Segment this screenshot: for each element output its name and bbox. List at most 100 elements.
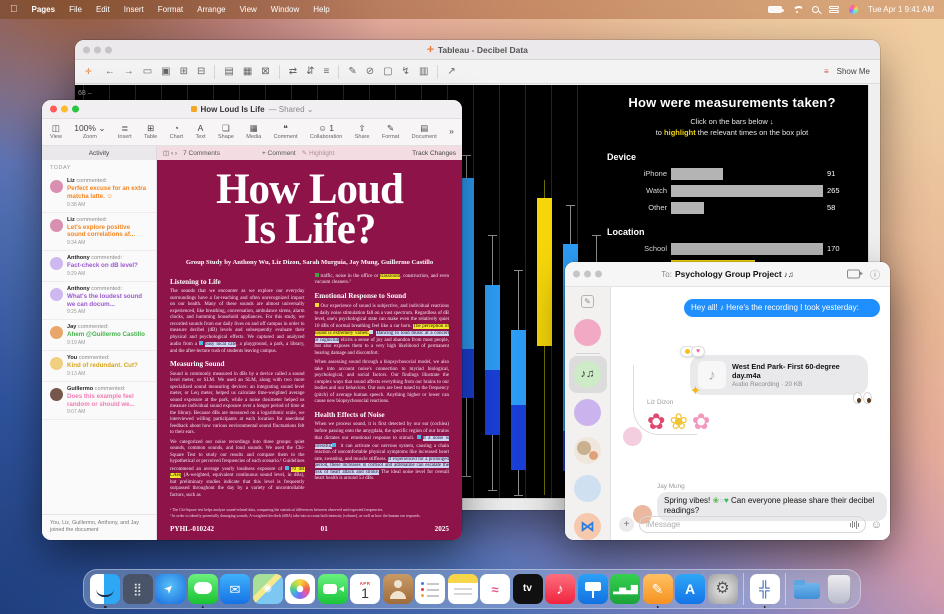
audio-attachment-card[interactable]: ♥ ♪ ✦ West End Park- First 60-degree day… bbox=[690, 355, 868, 395]
toolbar-comment[interactable]: ❝Comment bbox=[274, 124, 298, 140]
dock-finder[interactable] bbox=[90, 574, 120, 604]
highlighted-box[interactable] bbox=[537, 198, 552, 346]
conversation-avatar-group[interactable] bbox=[574, 437, 601, 464]
bar-row-watch[interactable]: Watch265 bbox=[605, 185, 859, 197]
track-changes-button[interactable]: Track Changes bbox=[412, 150, 456, 157]
comment-anchor[interactable] bbox=[417, 435, 421, 439]
search-icon[interactable] bbox=[812, 6, 819, 13]
conversation-avatar[interactable] bbox=[574, 319, 601, 346]
toolbar-chart[interactable]: ◔Chart bbox=[170, 124, 183, 140]
dock-facetime[interactable] bbox=[318, 574, 348, 604]
toolbar-icon[interactable]: ≡ bbox=[323, 66, 329, 77]
toolbar-icon[interactable]: ↗ bbox=[447, 66, 455, 77]
info-icon[interactable]: ⓘ bbox=[870, 267, 880, 282]
battery-icon[interactable] bbox=[768, 6, 782, 13]
box-upper[interactable] bbox=[485, 285, 500, 370]
apple-menu-icon[interactable]:  bbox=[10, 4, 18, 15]
toolbar-share[interactable]: ⇧Share bbox=[355, 124, 370, 140]
comment-item[interactable]: Anthony commented:What's the loudest sou… bbox=[42, 282, 156, 321]
bar-row-other[interactable]: Other58 bbox=[605, 202, 859, 214]
dock-mail[interactable]: ✉ bbox=[220, 574, 250, 604]
comment-anchor[interactable] bbox=[199, 341, 203, 345]
bar[interactable] bbox=[671, 243, 823, 255]
comment-anchor[interactable] bbox=[332, 443, 336, 447]
toolbar-icon[interactable]: ↯ bbox=[402, 66, 410, 77]
dock-music[interactable]: ♪ bbox=[545, 574, 575, 604]
menu-item-insert[interactable]: Insert bbox=[124, 5, 144, 14]
menu-item-window[interactable]: Window bbox=[271, 5, 299, 14]
dock-tv[interactable]: tv bbox=[513, 574, 543, 604]
toolbar-icon[interactable]: ▦ bbox=[243, 66, 252, 77]
toolbar-icon[interactable]: ← bbox=[105, 66, 115, 77]
compose-icon[interactable]: ✎ bbox=[581, 295, 594, 308]
siri-icon[interactable] bbox=[849, 5, 858, 14]
facetime-video-icon[interactable] bbox=[847, 270, 860, 279]
bar[interactable] bbox=[671, 202, 704, 214]
menu-item-file[interactable]: File bbox=[69, 5, 82, 14]
conversation-avatar[interactable] bbox=[574, 399, 601, 426]
add-attachment-button[interactable]: + bbox=[619, 517, 634, 532]
window-controls[interactable] bbox=[573, 271, 602, 278]
box-lower[interactable] bbox=[511, 405, 526, 470]
dock-freeform[interactable]: ≈ bbox=[480, 574, 510, 604]
comment-anchor[interactable] bbox=[315, 303, 319, 307]
boxplot-column[interactable] bbox=[485, 85, 500, 498]
audio-message-icon[interactable] bbox=[850, 521, 859, 529]
dock-downloads[interactable] bbox=[792, 574, 822, 604]
message-input[interactable]: iMessage bbox=[639, 516, 866, 533]
dock-messages[interactable] bbox=[188, 574, 218, 604]
outgoing-message-bubble[interactable]: Hey all! ♪ Here's the recording I took y… bbox=[684, 299, 880, 317]
bar-track[interactable] bbox=[671, 168, 823, 180]
tapback-reactions[interactable]: ♥ bbox=[680, 346, 701, 357]
dock-pages[interactable]: ✎ bbox=[643, 574, 673, 604]
toolbar-text[interactable]: AText bbox=[195, 124, 205, 140]
box-upper[interactable] bbox=[511, 330, 526, 405]
menu-item-edit[interactable]: Edit bbox=[96, 5, 110, 14]
dock-contacts[interactable] bbox=[383, 574, 413, 604]
conversation-selected[interactable]: ♪♫ bbox=[569, 356, 607, 393]
comment-anchor[interactable] bbox=[369, 330, 373, 334]
toolbar-icon[interactable]: → bbox=[124, 66, 134, 77]
dock-reminders[interactable] bbox=[415, 574, 445, 604]
toolbar-icon[interactable]: ▢ bbox=[383, 66, 392, 77]
comment-item[interactable]: Jay commented:Ahem @Guillermo Castillo9:… bbox=[42, 320, 156, 351]
comment-anchor[interactable] bbox=[315, 273, 319, 277]
dock-appstore[interactable]: A bbox=[675, 574, 705, 604]
dock-keynote[interactable] bbox=[578, 574, 608, 604]
boxplot-column[interactable] bbox=[511, 85, 526, 498]
tableau-titlebar[interactable]: ✛ Tableau - Decibel Data bbox=[75, 40, 880, 60]
comment-item[interactable]: You commented:Kind of redundant. Cut?9:1… bbox=[42, 351, 156, 382]
bar-track[interactable] bbox=[671, 185, 823, 197]
toolbar-format[interactable]: ✎Format bbox=[382, 124, 399, 140]
toolbar-icon[interactable]: ⊞ bbox=[180, 66, 188, 77]
conversation-avatar-butterfly[interactable]: ⋈ bbox=[574, 513, 601, 540]
comment-item[interactable]: Liz commented:Let's explore positive sou… bbox=[42, 213, 156, 252]
dock-trash[interactable] bbox=[827, 574, 851, 604]
toolbar-icon[interactable]: ▥ bbox=[419, 66, 428, 77]
toolbar-icon[interactable]: ▣ bbox=[161, 66, 170, 77]
toolbar-collaboration[interactable]: ☺ 1Collaboration bbox=[310, 124, 342, 140]
show-me-button[interactable]: ≡Show Me bbox=[824, 67, 870, 76]
comments-nav-icons[interactable]: ◫ ‹ › bbox=[163, 149, 177, 157]
dock-numbers[interactable]: ▂▅▃▇ bbox=[610, 574, 640, 604]
toolbar-icon[interactable]: ▭ bbox=[143, 66, 152, 77]
wifi-icon[interactable] bbox=[792, 6, 802, 14]
dock-maps[interactable]: ◉ bbox=[253, 574, 283, 604]
control-center-icon[interactable] bbox=[829, 6, 839, 13]
toolbar-icon[interactable]: ⇵ bbox=[306, 66, 314, 77]
eyes-sticker[interactable] bbox=[853, 392, 872, 404]
comment-item[interactable]: Anthony commented:Fact-check on dB level… bbox=[42, 251, 156, 282]
comment-item[interactable]: Guillermo commented:Does this example fe… bbox=[42, 382, 156, 421]
toolbar-zoom[interactable]: 100% ⌄Zoom bbox=[74, 124, 105, 140]
pages-titlebar[interactable]: How Loud Is Life — Shared ⌄ bbox=[42, 100, 462, 119]
add-comment-button[interactable]: + Comment bbox=[262, 150, 296, 157]
tableau-toolbar-logo-icon[interactable]: ✛ bbox=[85, 67, 92, 76]
dock-photos[interactable] bbox=[285, 574, 315, 604]
bar-track[interactable] bbox=[671, 243, 823, 255]
dock-calendar[interactable]: APR1 bbox=[350, 574, 380, 604]
box-lower[interactable] bbox=[485, 370, 500, 435]
menu-item-view[interactable]: View bbox=[240, 5, 257, 14]
toolbar-document[interactable]: ▤Document bbox=[412, 124, 437, 140]
document-page[interactable]: How Loud Is Life? Group Study by Anthony… bbox=[157, 160, 462, 540]
highlight-button[interactable]: ✎ Highlight bbox=[302, 149, 335, 157]
